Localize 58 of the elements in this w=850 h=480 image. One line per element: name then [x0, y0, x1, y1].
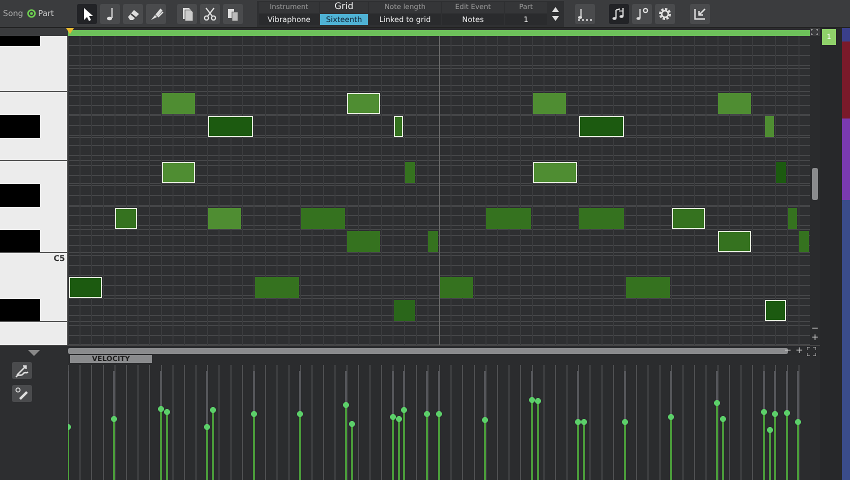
velocity-stem[interactable]	[204, 424, 210, 480]
vertical-zoom-in-icon[interactable]: +	[811, 334, 819, 343]
collapse-arrow-icon[interactable]	[28, 350, 40, 356]
velocity-stem[interactable]	[482, 416, 488, 480]
velocity-stem[interactable]	[164, 409, 170, 480]
note-block[interactable]	[764, 300, 786, 321]
sharp-key[interactable]	[0, 230, 40, 253]
velocity-stem[interactable]	[668, 414, 674, 480]
velocity-stem[interactable]	[424, 411, 430, 480]
mode-option[interactable]: Song	[3, 9, 24, 18]
velocity-stem[interactable]	[390, 414, 396, 480]
curve-draw-tool-button[interactable]	[12, 362, 32, 379]
velocity-stem[interactable]	[296, 411, 303, 480]
velocity-stem[interactable]	[250, 411, 256, 480]
note-block[interactable]	[718, 231, 752, 252]
pencil-tool-button[interactable]	[12, 385, 32, 402]
up-arrow-icon[interactable]	[552, 6, 558, 12]
velocity-stem[interactable]	[766, 426, 773, 480]
vertical-scrollbar-thumb[interactable]	[812, 168, 818, 200]
velocity-stem[interactable]	[622, 418, 628, 480]
down-arrow-icon[interactable]	[552, 16, 558, 20]
sharp-key[interactable]	[0, 299, 40, 322]
note-grid[interactable]	[68, 36, 810, 345]
horizontal-scrollbar-thumb[interactable]	[68, 348, 788, 354]
velocity-stem[interactable]	[784, 410, 790, 480]
velocity-stem[interactable]	[158, 406, 164, 480]
note-block[interactable]	[532, 162, 578, 183]
note-block[interactable]	[208, 116, 252, 137]
velocity-stem[interactable]	[772, 411, 778, 480]
velocity-stem[interactable]	[534, 398, 541, 480]
velocity-stem[interactable]	[111, 416, 118, 480]
velocity-stem[interactable]	[581, 418, 588, 480]
note-block[interactable]	[579, 116, 624, 137]
fit-view-icon[interactable]	[811, 29, 818, 35]
note-block[interactable]	[115, 208, 137, 229]
vertical-zoom-out-icon[interactable]: −	[811, 325, 819, 334]
velocity-stem[interactable]	[436, 411, 442, 480]
velocity-stem[interactable]	[396, 416, 402, 480]
velocity-stem[interactable]	[720, 416, 726, 480]
velocity-stem[interactable]	[401, 406, 408, 480]
velocity-stem[interactable]	[714, 400, 720, 480]
velocity-stem[interactable]	[575, 418, 582, 480]
velocity-stem[interactable]	[210, 406, 216, 480]
velocity-stem[interactable]	[349, 421, 356, 480]
fit-view-icon[interactable]	[807, 347, 816, 356]
note-block[interactable]	[69, 277, 102, 298]
velocity-stem[interactable]	[343, 402, 350, 480]
note-block[interactable]	[394, 116, 404, 137]
velocity-stem[interactable]	[528, 397, 535, 480]
note-block[interactable]	[672, 208, 705, 229]
column-header: Grid	[320, 2, 368, 13]
mode-option[interactable]: Part	[27, 9, 54, 18]
velocity-stem[interactable]	[760, 409, 767, 480]
piano-keyboard[interactable]: C5	[0, 36, 68, 345]
radio-icon[interactable]	[27, 9, 36, 18]
horizontal-zoom-in-icon[interactable]: +	[796, 347, 804, 356]
key-label: C5	[54, 254, 65, 263]
velocity-stem[interactable]	[795, 418, 802, 480]
